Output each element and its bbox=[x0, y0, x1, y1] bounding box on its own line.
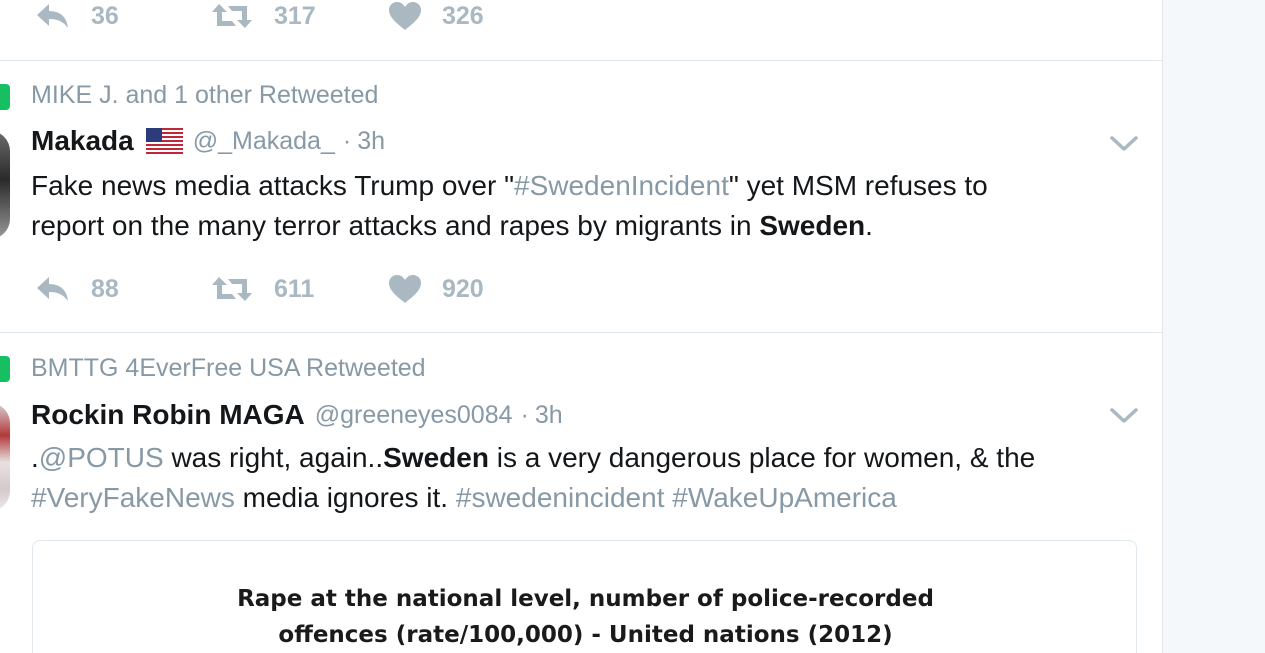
reply-icon bbox=[35, 2, 71, 30]
tweet-text: .@POTUS was right, again..Sweden is a ve… bbox=[31, 438, 1035, 518]
retweet-context-icon bbox=[0, 84, 10, 110]
tweet-text-segment: was right, again.. bbox=[163, 442, 384, 473]
user-handle[interactable]: @_Makada_ bbox=[193, 127, 335, 156]
tweet[interactable]: 36 317 326 bbox=[0, 0, 1162, 61]
retweet-icon bbox=[210, 2, 254, 30]
retweet-context: MIKE J. and 1 other Retweeted bbox=[31, 81, 379, 109]
hashtag-link[interactable]: #swedenincident bbox=[456, 482, 665, 513]
hashtag-link[interactable]: #SwedenIncident bbox=[514, 170, 729, 201]
tweet-text-segment: . bbox=[31, 442, 39, 473]
tweet-text-segment: Fake news media attacks Trump over " bbox=[31, 170, 515, 201]
right-gutter bbox=[1164, 0, 1265, 653]
tweet-timestamp[interactable]: 3h bbox=[535, 401, 563, 430]
tweet-text-segment: report on the many terror attacks and ra… bbox=[31, 210, 760, 241]
retweet-button[interactable]: 317 bbox=[210, 2, 316, 31]
user-fullname[interactable]: Rockin Robin MAGA bbox=[31, 399, 305, 431]
like-button[interactable]: 326 bbox=[388, 1, 484, 31]
retweet-count: 317 bbox=[274, 1, 316, 30]
media-card[interactable]: Rape at the national level, number of po… bbox=[32, 540, 1137, 653]
reply-button[interactable]: 88 bbox=[35, 275, 119, 304]
chevron-down-icon[interactable] bbox=[1110, 135, 1138, 153]
us-flag-icon bbox=[145, 128, 183, 154]
retweet-context: BMTTG 4EverFree USA Retweeted bbox=[31, 354, 426, 382]
avatar[interactable] bbox=[0, 403, 10, 511]
tweet-text-segment: " yet MSM refuses to bbox=[728, 170, 988, 201]
like-button[interactable]: 920 bbox=[388, 274, 484, 304]
retweet-context-icon bbox=[0, 356, 10, 382]
reply-count: 88 bbox=[91, 274, 119, 303]
retweet-icon bbox=[210, 275, 254, 303]
mention-link[interactable]: @POTUS bbox=[39, 442, 164, 473]
tweet-text-bold: Sweden bbox=[383, 442, 489, 473]
card-title: Rape at the national level, number of po… bbox=[33, 581, 1136, 653]
hashtag-link[interactable]: #WakeUpAmerica bbox=[672, 482, 897, 513]
retweet-button[interactable]: 611 bbox=[210, 275, 314, 304]
chevron-down-icon[interactable] bbox=[1110, 407, 1138, 425]
card-title-line: Rape at the national level, number of po… bbox=[237, 586, 934, 612]
retweet-count: 611 bbox=[274, 274, 315, 303]
tweet-header: Makada @_Makada_ · 3h bbox=[31, 125, 385, 157]
tweet-text: Fake news media attacks Trump over "#Swe… bbox=[31, 166, 988, 246]
heart-icon bbox=[388, 1, 422, 31]
reply-count: 36 bbox=[91, 1, 119, 30]
heart-icon bbox=[388, 274, 422, 304]
tweet-text-segment: is a very dangerous place for women, & t… bbox=[488, 442, 1036, 473]
user-fullname[interactable]: Makada bbox=[31, 125, 134, 157]
tweet[interactable]: MIKE J. and 1 other Retweeted Makada @_M… bbox=[0, 61, 1162, 333]
tweet-header: Rockin Robin MAGA @greeneyes0084 · 3h bbox=[31, 399, 563, 431]
user-handle[interactable]: @greeneyes0084 bbox=[315, 401, 513, 430]
tweet-timestamp[interactable]: 3h bbox=[357, 127, 385, 156]
card-title-line: offences (rate/100,000) - United nations… bbox=[278, 622, 893, 648]
tweet-text-bold: Sweden bbox=[759, 210, 866, 241]
tweet-text-segment: . bbox=[865, 210, 873, 241]
avatar[interactable] bbox=[0, 131, 10, 239]
tweet-text-segment: media ignores it. bbox=[234, 482, 456, 513]
time-separator: · bbox=[342, 126, 352, 155]
reply-button[interactable]: 36 bbox=[35, 2, 119, 31]
timeline: 36 317 326 MIKE J. and 1 other Retweeted… bbox=[0, 0, 1163, 653]
like-count: 326 bbox=[442, 1, 484, 30]
hashtag-link[interactable]: #VeryFakeNews bbox=[31, 482, 235, 513]
reply-icon bbox=[35, 275, 71, 303]
like-count: 920 bbox=[442, 274, 484, 303]
time-separator: · bbox=[520, 400, 529, 429]
